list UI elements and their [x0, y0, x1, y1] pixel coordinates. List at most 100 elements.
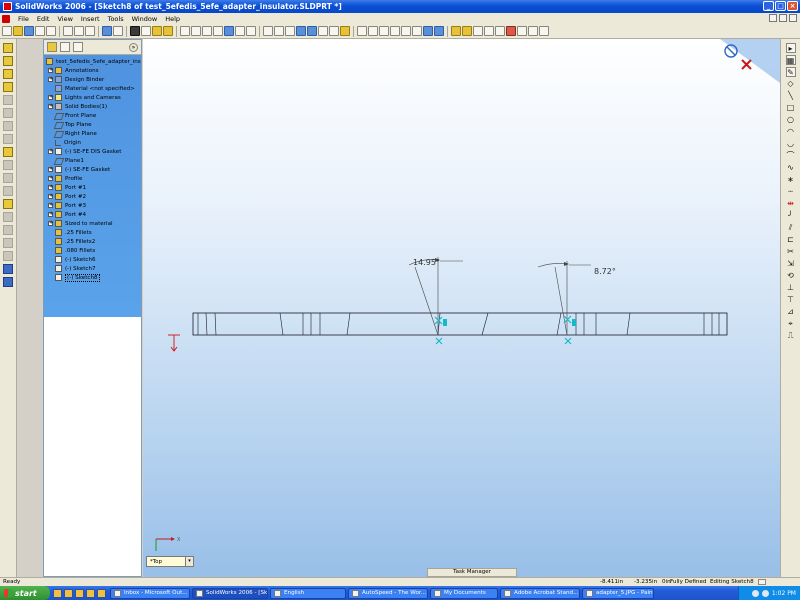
move-entities-icon[interactable]: ⇲ [786, 259, 796, 269]
expand-toggle-icon[interactable]: + [48, 68, 53, 73]
zoom-selection-icon[interactable] [213, 26, 223, 36]
macro-run-icon[interactable] [473, 26, 483, 36]
convert-entities-icon[interactable]: ⊏ [786, 235, 796, 245]
draft-icon[interactable] [3, 199, 13, 209]
repair-sketch-icon[interactable]: ⊿ [786, 307, 796, 317]
offset-entities-icon[interactable]: ⫽ [786, 223, 796, 233]
quick-launch-folder-icon[interactable] [86, 588, 95, 598]
select-pointer-icon[interactable] [130, 26, 140, 36]
coincident-relation-icon[interactable] [563, 315, 572, 324]
view-dropdown-icon[interactable]: ▾ [185, 557, 193, 566]
expand-toggle-icon[interactable]: + [48, 104, 53, 109]
top-view-icon[interactable] [401, 26, 411, 36]
rapid-sketch-icon[interactable]: ⎍ [786, 331, 796, 341]
three-point-arc-icon[interactable]: ⌒ [786, 151, 796, 161]
tree-item[interactable]: (-) Sketch7 [44, 264, 141, 273]
tree-item[interactable]: + Port #4 [44, 210, 141, 219]
macro-play-icon[interactable] [484, 26, 494, 36]
vertical-relation-icon[interactable] [572, 319, 576, 326]
smart-dimension-icon[interactable]: ◇ [786, 79, 796, 89]
menu-window[interactable]: Window [128, 15, 162, 23]
bottom-view-icon[interactable] [412, 26, 422, 36]
point-icon[interactable]: ∗ [786, 175, 796, 185]
lofted-boss-icon[interactable] [3, 82, 13, 92]
expand-toggle-icon[interactable]: + [48, 185, 53, 190]
pan-icon[interactable] [235, 26, 245, 36]
print-icon[interactable] [35, 26, 45, 36]
menu-edit[interactable]: Edit [33, 15, 54, 23]
angle-dimension-2[interactable] [537, 261, 591, 336]
menu-help[interactable]: Help [161, 15, 184, 23]
status-help-icon[interactable] [758, 579, 766, 585]
tree-item[interactable]: + Lights and Cameras [44, 93, 141, 102]
zoom-in-out-icon[interactable] [202, 26, 212, 36]
shaded-icon[interactable] [307, 26, 317, 36]
quick-launch-app-icon[interactable] [97, 588, 106, 598]
rotate-entities-icon[interactable]: ⟲ [786, 271, 796, 281]
curves-icon[interactable] [3, 277, 13, 287]
tree-item[interactable]: Plane1 [44, 156, 141, 165]
macro-stop-icon[interactable] [506, 26, 516, 36]
new-document-icon[interactable] [2, 26, 12, 36]
tangent-arc-icon[interactable]: ◡ [786, 139, 796, 149]
taskbar-task[interactable]: adapter_5.JPG - Paint [582, 587, 654, 599]
quick-launch-desktop-icon[interactable] [64, 588, 73, 598]
tree-item[interactable]: + Port #2 [44, 192, 141, 201]
tree-item[interactable]: + Sized to material [44, 219, 141, 228]
zoom-area-icon[interactable] [191, 26, 201, 36]
front-view-icon[interactable] [357, 26, 367, 36]
help-icon[interactable] [163, 26, 173, 36]
undo-icon[interactable] [102, 26, 112, 36]
expand-toggle-icon[interactable]: + [48, 95, 53, 100]
zoom-to-fit-icon[interactable] [180, 26, 190, 36]
cancel-sketch-icon[interactable] [741, 59, 752, 70]
tree-item[interactable]: + (-) SE-FE Gasket [44, 165, 141, 174]
hidden-lines-removed-icon[interactable] [285, 26, 295, 36]
doc-restore-button[interactable] [779, 14, 787, 22]
select-icon[interactable]: ▸ [785, 43, 796, 53]
expand-toggle-icon[interactable]: + [48, 176, 53, 181]
quick-launch-media-icon[interactable] [75, 588, 84, 598]
swept-boss-icon[interactable] [3, 69, 13, 79]
tree-item[interactable]: + Port #1 [44, 183, 141, 192]
mirror-entities-icon[interactable]: ⇹ [786, 199, 796, 209]
tree-item[interactable]: .25 Fillets2 [44, 237, 141, 246]
doc-minimize-button[interactable] [769, 14, 777, 22]
trim-entities-icon[interactable]: ✂ [786, 247, 796, 257]
realview-icon[interactable] [340, 26, 350, 36]
save-icon[interactable] [24, 26, 34, 36]
macro-pause-icon[interactable] [495, 26, 505, 36]
taskbar-task[interactable]: English [270, 587, 346, 599]
close-button[interactable]: × [787, 1, 798, 11]
rebuild-icon[interactable] [141, 26, 151, 36]
coincident-relation-icon[interactable] [434, 316, 443, 325]
centerpoint-arc-icon[interactable]: ◠ [786, 127, 796, 137]
taskbar-task[interactable]: Inbox - Microsoft Out... [110, 587, 190, 599]
tree-item[interactable]: .080 Fillets [44, 246, 141, 255]
start-button[interactable]: start [0, 586, 50, 600]
right-view-icon[interactable] [390, 26, 400, 36]
coincident-relation-icon[interactable] [564, 337, 572, 345]
tree-item[interactable]: (-) Sketch8 [44, 273, 141, 282]
copy-icon[interactable] [74, 26, 84, 36]
normal-to-icon[interactable] [434, 26, 444, 36]
tray-volume-icon[interactable] [761, 589, 769, 597]
taskbar-task[interactable]: SolidWorks 2006 - [Sk... [192, 587, 268, 599]
doc-close-button[interactable] [789, 14, 797, 22]
expand-toggle-icon[interactable]: + [48, 221, 53, 226]
tree-item[interactable]: .25 Fillets [44, 228, 141, 237]
expand-toggle-icon[interactable]: + [48, 203, 53, 208]
sketch-canvas[interactable]: 14.95° 8.72° X [143, 39, 780, 577]
minimize-button[interactable]: _ [763, 1, 774, 11]
circle-icon[interactable]: ○ [786, 115, 796, 125]
tree-item[interactable]: + (-) SE-FE DIS Gasket [44, 147, 141, 156]
extruded-boss-icon[interactable] [3, 43, 13, 53]
menu-view[interactable]: View [53, 15, 76, 23]
taskbar-task[interactable]: Adobe Acrobat Stand... [500, 587, 580, 599]
shadows-icon[interactable] [318, 26, 328, 36]
maximize-button[interactable]: □ [775, 1, 786, 11]
taskbar-task[interactable]: My Documents [430, 587, 498, 599]
sketch-fillet-icon[interactable]: ╯ [786, 211, 796, 221]
menu-tools[interactable]: Tools [104, 15, 128, 23]
print-preview-icon[interactable] [46, 26, 56, 36]
